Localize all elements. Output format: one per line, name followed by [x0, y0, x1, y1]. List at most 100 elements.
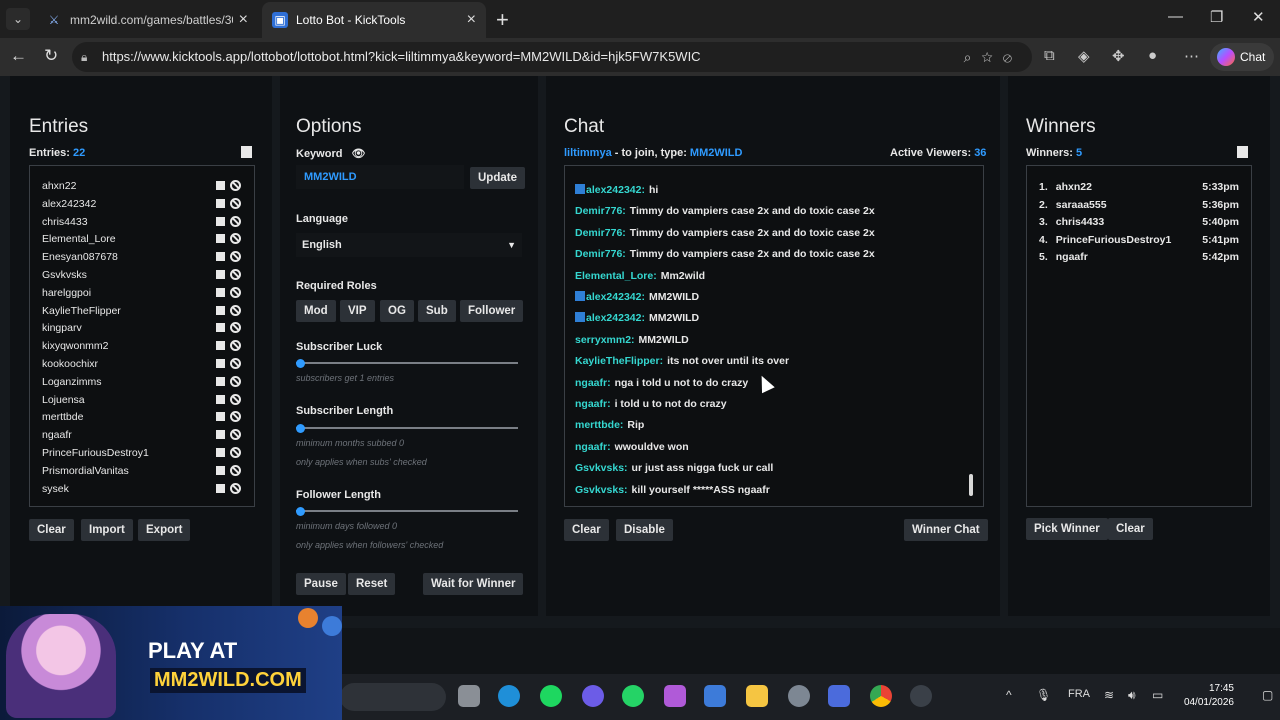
chat-username[interactable]: Demir776:	[575, 205, 626, 217]
address-bar[interactable]: 🔒︎ https://www.kicktools.app/lottobot/lo…	[72, 42, 1032, 72]
ban-icon[interactable]	[230, 358, 241, 369]
ban-icon[interactable]	[230, 304, 241, 316]
entry-checkbox-icon[interactable]	[216, 216, 225, 226]
subscriber-luck-handle[interactable]	[296, 359, 305, 368]
ban-icon[interactable]	[230, 375, 241, 387]
entries-import-button[interactable]: Import	[81, 519, 133, 541]
discord-icon[interactable]	[582, 685, 604, 707]
entry-checkbox-icon[interactable]	[216, 359, 225, 368]
entry-checkbox-icon[interactable]	[216, 430, 225, 440]
ban-icon[interactable]	[230, 233, 241, 245]
more-menu-icon[interactable]: ⋯	[1184, 47, 1199, 65]
role-follower-button[interactable]: Follower	[460, 300, 524, 322]
channel-name[interactable]: liltimmya	[564, 147, 612, 159]
extensions-icon[interactable]: ✥	[1112, 47, 1125, 65]
chat-username[interactable]: Gsvkvsks:	[575, 462, 628, 474]
vscode-icon[interactable]	[828, 685, 850, 707]
role-sub-button[interactable]: Sub	[418, 300, 456, 322]
edge-icon[interactable]	[498, 685, 520, 707]
language-select[interactable]: English ▼	[296, 233, 522, 257]
ban-icon[interactable]	[230, 482, 241, 494]
tab-mm2wild[interactable]: ⚔ mm2wild.com/games/battles/301 ×	[36, 2, 258, 38]
follower-length-slider[interactable]	[296, 510, 518, 512]
chat-username[interactable]: Demir776:	[575, 227, 626, 239]
entries-clear-button[interactable]: Clear	[29, 519, 74, 541]
eye-icon[interactable]: 👁︎	[352, 148, 366, 160]
chat-username[interactable]: ngaafr:	[575, 377, 611, 389]
ban-icon[interactable]	[230, 411, 241, 423]
chat-clear-button[interactable]: Clear	[564, 519, 609, 541]
close-tab-icon[interactable]: ×	[467, 11, 476, 29]
chat-username[interactable]: serryxmm2:	[575, 334, 635, 346]
follower-length-handle[interactable]	[296, 507, 305, 516]
ban-icon[interactable]	[230, 464, 241, 476]
extension-icon[interactable]: ◈	[1078, 47, 1090, 65]
entries-export-button[interactable]: Export	[138, 519, 191, 541]
entry-checkbox-icon[interactable]	[216, 412, 225, 422]
refresh-icon[interactable]: ↻	[44, 46, 58, 66]
ban-icon[interactable]	[230, 447, 241, 458]
ban-icon[interactable]	[230, 393, 241, 405]
ban-icon[interactable]	[230, 215, 241, 227]
tray-chevron-icon[interactable]: ^	[1006, 688, 1012, 702]
chrome-icon[interactable]	[870, 685, 892, 707]
clipchamp-icon[interactable]	[664, 685, 686, 707]
entry-checkbox-icon[interactable]	[216, 465, 225, 475]
spotify-icon[interactable]	[540, 685, 562, 707]
role-vip-button[interactable]: VIP	[340, 300, 375, 322]
entry-checkbox-icon[interactable]	[216, 198, 225, 208]
address-bar-icons[interactable]: ⌕☆⊘	[964, 42, 1022, 72]
wait-for-winner-button[interactable]: Wait for Winner	[423, 573, 524, 595]
copilot-chat-button[interactable]: Chat	[1210, 43, 1274, 71]
ban-icon[interactable]	[230, 429, 241, 441]
microphone-icon[interactable]: 🎙︎	[1036, 688, 1051, 702]
entry-checkbox-icon[interactable]	[216, 234, 225, 244]
subscriber-length-slider[interactable]	[296, 427, 518, 429]
close-window-icon[interactable]: ✕	[1252, 8, 1265, 26]
obs-icon[interactable]	[910, 685, 932, 707]
ban-icon[interactable]	[230, 197, 241, 209]
close-tab-icon[interactable]: ×	[239, 11, 248, 29]
ban-icon[interactable]	[230, 251, 241, 263]
update-button[interactable]: Update	[470, 167, 525, 189]
profile-avatar-icon[interactable]: ●	[1148, 47, 1157, 64]
subscriber-luck-slider[interactable]	[296, 362, 518, 364]
back-icon[interactable]: ←	[10, 46, 27, 66]
language-indicator[interactable]: FRA	[1068, 688, 1090, 700]
mm2wild-ad-banner[interactable]: PLAY AT MM2WILD.COM	[0, 606, 342, 720]
entry-checkbox-icon[interactable]	[216, 341, 225, 351]
battery-icon[interactable]: ▭	[1152, 688, 1163, 702]
whatsapp-icon[interactable]	[622, 685, 644, 707]
entry-checkbox-icon[interactable]	[216, 181, 225, 190]
ban-icon[interactable]	[230, 180, 241, 191]
ban-icon[interactable]	[230, 286, 241, 298]
entry-checkbox-icon[interactable]	[216, 394, 225, 404]
file-explorer-icon[interactable]	[746, 685, 768, 707]
app-icon[interactable]	[704, 685, 726, 707]
chat-username[interactable]: merttbde:	[575, 419, 623, 431]
notifications-icon[interactable]: ▢	[1262, 688, 1273, 702]
chat-username[interactable]: Elemental_Lore:	[575, 270, 657, 282]
entry-checkbox-icon[interactable]	[216, 287, 225, 297]
role-og-button[interactable]: OG	[380, 300, 414, 322]
chat-username[interactable]: Demir776:	[575, 248, 626, 260]
pick-winner-button[interactable]: Pick Winner	[1026, 518, 1108, 540]
subscriber-length-handle[interactable]	[296, 424, 305, 433]
ban-icon[interactable]	[230, 322, 241, 334]
winner-chat-button[interactable]: Winner Chat	[904, 519, 988, 541]
taskbar-search[interactable]	[340, 683, 446, 711]
winners-list[interactable]: 1. ahxn22 5:33pm 2. saraaa555 5:36pm 3. chris44…	[1026, 165, 1252, 507]
pause-button[interactable]: Pause	[296, 573, 346, 595]
task-view-icon[interactable]	[458, 685, 480, 707]
tab-lotto-bot[interactable]: ▣ Lotto Bot - KickTools ×	[262, 2, 486, 38]
entry-checkbox-icon[interactable]	[216, 448, 225, 457]
minimize-icon[interactable]: —	[1168, 8, 1183, 25]
role-mod-button[interactable]: Mod	[296, 300, 336, 322]
entries-list[interactable]: ahxn22 alex242342 chris4433 Elemental_Lore E…	[29, 165, 255, 507]
ban-icon[interactable]	[230, 269, 241, 280]
taskbar-clock[interactable]: 17:45 04/01/2026	[1182, 682, 1234, 710]
settings-icon[interactable]	[788, 685, 810, 707]
entry-checkbox-icon[interactable]	[216, 305, 225, 315]
entry-checkbox-icon[interactable]	[216, 270, 225, 279]
chat-username[interactable]: ngaafr:	[575, 398, 611, 410]
